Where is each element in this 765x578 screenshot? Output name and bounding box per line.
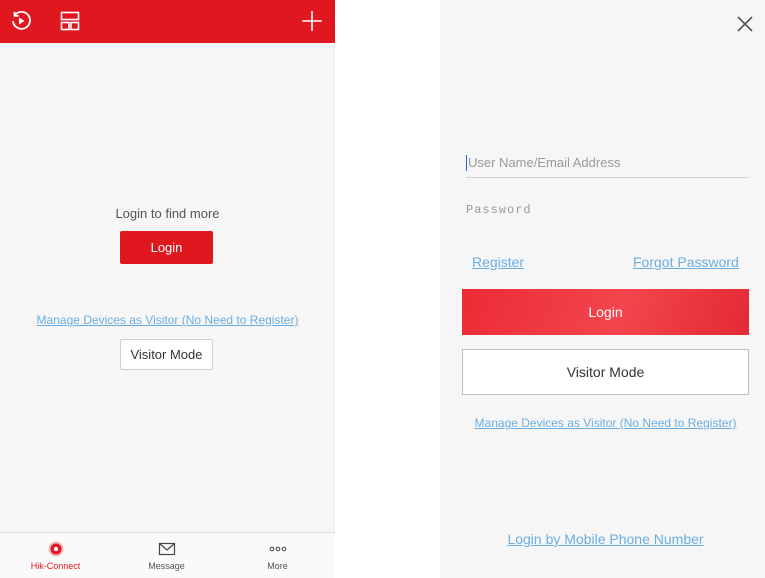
more-dots-icon xyxy=(269,541,287,557)
text-cursor xyxy=(466,155,467,171)
main-screen: Login to find more Login Manage Devices … xyxy=(0,0,335,578)
close-icon[interactable] xyxy=(735,14,755,34)
top-app-bar xyxy=(0,0,335,43)
nav-label-more: More xyxy=(267,561,288,571)
forgot-password-link[interactable]: Forgot Password xyxy=(633,254,739,270)
nav-item-more[interactable]: More xyxy=(222,533,333,578)
hik-connect-icon xyxy=(47,541,65,557)
nav-label-message: Message xyxy=(148,561,185,571)
envelope-icon xyxy=(158,541,176,557)
username-input[interactable] xyxy=(466,148,749,177)
bottom-navigation: Hik-Connect Message More xyxy=(0,532,335,578)
username-field-wrapper xyxy=(466,148,749,178)
login-button[interactable]: Login xyxy=(120,231,213,264)
password-field-wrapper xyxy=(466,195,749,225)
playback-icon[interactable] xyxy=(9,9,33,33)
password-input[interactable] xyxy=(466,195,749,225)
add-icon[interactable] xyxy=(300,9,324,33)
nav-item-hik-connect[interactable]: Hik-Connect xyxy=(0,533,111,578)
login-submit-button[interactable]: Login xyxy=(462,289,749,335)
visitor-manage-link[interactable]: Manage Devices as Visitor (No Need to Re… xyxy=(440,416,765,430)
nav-label-hik-connect: Hik-Connect xyxy=(30,561,81,571)
register-link[interactable]: Register xyxy=(472,254,524,270)
visitor-mode-button[interactable]: Visitor Mode xyxy=(462,349,749,395)
visitor-manage-link[interactable]: Manage Devices as Visitor (No Need to Re… xyxy=(0,313,335,327)
visitor-mode-button[interactable]: Visitor Mode xyxy=(120,339,213,370)
login-screen: Register Forgot Password Login Visitor M… xyxy=(440,0,765,578)
nav-item-message[interactable]: Message xyxy=(111,533,222,578)
login-prompt-text: Login to find more xyxy=(115,206,220,221)
phone-login-link[interactable]: Login by Mobile Phone Number xyxy=(440,531,765,547)
layout-icon[interactable] xyxy=(58,9,82,33)
